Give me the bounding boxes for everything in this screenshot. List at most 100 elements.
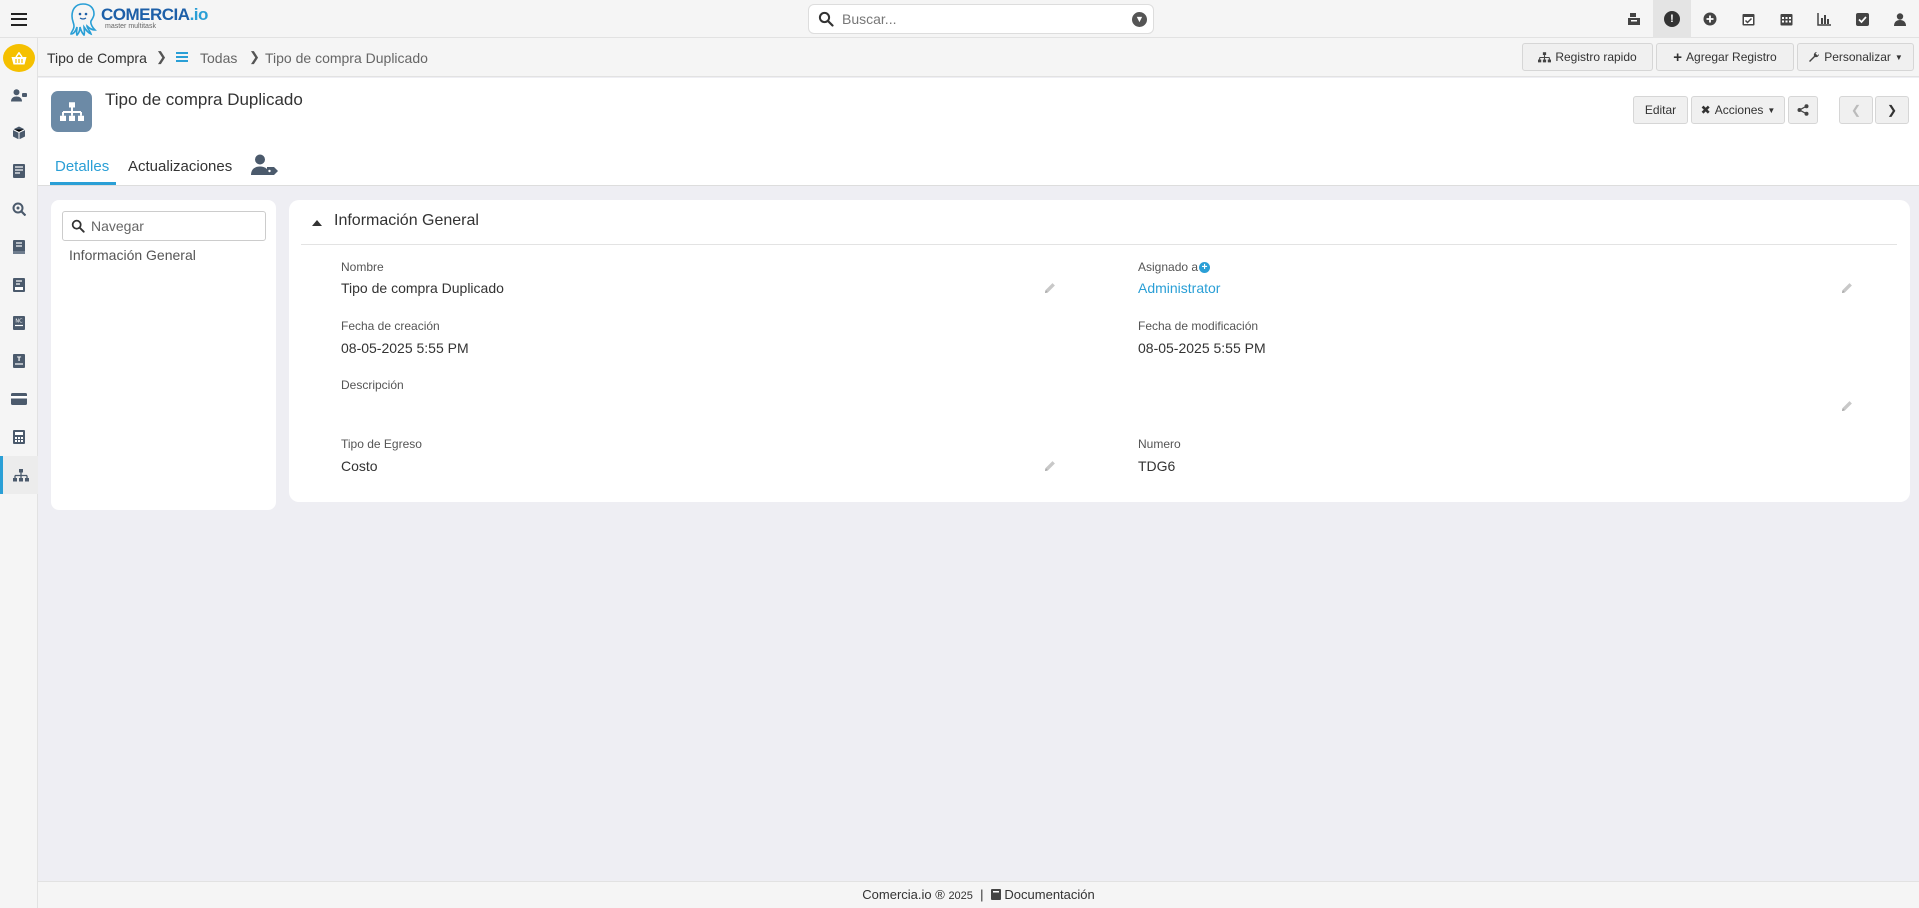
- cash-register-icon[interactable]: [1615, 0, 1653, 38]
- breadcrumb-module-link[interactable]: Tipo de Compra: [47, 50, 147, 66]
- global-search[interactable]: Buscar... ▼: [808, 4, 1154, 34]
- field-value-expense-type: Costo: [341, 458, 378, 474]
- search-filter-dropdown-icon[interactable]: ▼: [1132, 12, 1147, 27]
- field-label-number: Numero: [1138, 437, 1181, 451]
- detail-panel: Información General Nombre Tipo de compr…: [289, 200, 1910, 502]
- customize-dropdown-button[interactable]: Personalizar ▼: [1797, 43, 1914, 71]
- add-record-label: Agregar Registro: [1686, 50, 1777, 64]
- edit-label: Editar: [1644, 103, 1677, 117]
- quick-create-label: Registro rapido: [1555, 50, 1637, 64]
- active-tab-indicator: [50, 182, 116, 185]
- actions-dropdown-button[interactable]: ✖ Acciones ▼: [1691, 96, 1785, 124]
- top-toolbar: !: [1615, 0, 1919, 38]
- plus-icon: +: [1673, 48, 1683, 66]
- navigate-input[interactable]: Navegar: [91, 218, 144, 234]
- hamburger-menu-icon[interactable]: [0, 0, 38, 38]
- invoice-icon[interactable]: [0, 266, 38, 304]
- ledger-icon[interactable]: [0, 228, 38, 266]
- bar-chart-icon[interactable]: [1805, 0, 1843, 38]
- credit-note-icon[interactable]: NC: [0, 304, 38, 342]
- record-header: Tipo de compra Duplicado Editar ✖ Accion…: [38, 78, 1919, 186]
- octopus-logo-icon: [70, 3, 97, 36]
- field-value-created: 08-05-2025 5:55 PM: [341, 340, 469, 356]
- list-icon: [176, 52, 188, 62]
- alert-icon[interactable]: !: [1653, 0, 1691, 38]
- actions-label: Acciones: [1714, 103, 1764, 117]
- field-label-description: Descripción: [341, 378, 404, 392]
- field-label-created: Fecha de creación: [341, 319, 440, 333]
- logo-text: COMERCIA.io: [101, 5, 208, 24]
- app-logo[interactable]: COMERCIA.io master multitask: [68, 2, 208, 36]
- calendar-check-icon[interactable]: [1729, 0, 1767, 38]
- top-header: COMERCIA.io master multitask Buscar... ▼…: [0, 0, 1919, 38]
- section-title: Información General: [334, 212, 479, 229]
- previous-record-button[interactable]: ❮: [1839, 96, 1873, 124]
- share-button[interactable]: [1788, 96, 1818, 124]
- quick-create-button[interactable]: Registro rapido: [1522, 43, 1653, 71]
- pencil-icon[interactable]: [1840, 399, 1854, 413]
- caret-down-icon: ▼: [1767, 105, 1776, 115]
- calendar-icon[interactable]: [1767, 0, 1805, 38]
- tab-details[interactable]: Detalles: [55, 158, 109, 175]
- chevron-left-icon: ❮: [1850, 103, 1862, 117]
- field-label-assigned: Asignado a +: [1138, 260, 1211, 274]
- search-icon: [71, 219, 85, 233]
- record-type-icon: [51, 91, 92, 132]
- section-navigation: Navegar Información General: [51, 200, 276, 510]
- box-icon[interactable]: [0, 114, 38, 152]
- checkbox-icon[interactable]: [1843, 0, 1881, 38]
- logo-tagline: master multitask: [105, 23, 156, 30]
- search-report-icon[interactable]: [0, 190, 38, 228]
- footer-year: 2025: [948, 890, 973, 902]
- field-value-name: Tipo de compra Duplicado: [341, 280, 504, 296]
- footer-separator: |: [980, 887, 984, 902]
- documentation-link[interactable]: Documentación: [1004, 887, 1094, 902]
- nav-item-general-info[interactable]: Información General: [69, 247, 196, 263]
- sitemap-icon[interactable]: [0, 456, 38, 494]
- module-sidebar: NC T: [0, 38, 38, 908]
- receipt-icon[interactable]: T: [0, 342, 38, 380]
- contacts-icon[interactable]: [0, 76, 38, 114]
- breadcrumb-list-link[interactable]: Todas: [200, 50, 237, 66]
- field-value-number: TDG6: [1138, 458, 1176, 474]
- breadcrumb: Tipo de Compra ❯ Todas ❯ Tipo de compra …: [38, 38, 1919, 77]
- shopping-basket-icon[interactable]: [3, 44, 35, 72]
- pencil-icon[interactable]: [1840, 281, 1854, 295]
- chevron-right-icon: ❯: [156, 49, 167, 64]
- tools-icon: ✖: [1700, 103, 1711, 117]
- book-icon: [990, 889, 1001, 900]
- section-header[interactable]: Información General: [301, 200, 1897, 245]
- caret-down-icon: ▼: [1894, 52, 1903, 62]
- field-label-modified: Fecha de modificación: [1138, 319, 1259, 333]
- breadcrumb-current: Tipo de compra Duplicado: [265, 50, 428, 66]
- chevron-right-icon: ❯: [1886, 103, 1898, 117]
- edit-button[interactable]: Editar: [1633, 96, 1688, 124]
- share-icon: [1797, 104, 1809, 116]
- tab-followers[interactable]: [251, 154, 279, 180]
- chevron-right-icon: ❯: [249, 49, 260, 64]
- user-icon[interactable]: [1881, 0, 1919, 38]
- add-assignee-icon[interactable]: +: [1199, 262, 1211, 273]
- tab-updates[interactable]: Actualizaciones: [128, 158, 232, 175]
- news-icon[interactable]: [0, 152, 38, 190]
- navigate-search[interactable]: Navegar: [62, 211, 266, 241]
- footer-brand: Comercia.io ®: [862, 887, 945, 902]
- field-value-assigned-link[interactable]: Administrator: [1138, 280, 1220, 296]
- svg-text:NC: NC: [15, 319, 23, 325]
- page-title: Tipo de compra Duplicado: [105, 90, 303, 109]
- next-record-button[interactable]: ❯: [1875, 96, 1909, 124]
- search-input[interactable]: Buscar...: [842, 11, 896, 27]
- pencil-icon[interactable]: [1043, 459, 1057, 473]
- customize-label: Personalizar: [1824, 50, 1891, 64]
- pencil-icon[interactable]: [1043, 281, 1057, 295]
- card-icon[interactable]: [0, 380, 38, 418]
- sitemap-icon: [1538, 51, 1552, 62]
- collapse-caret-icon[interactable]: [312, 220, 322, 226]
- user-tag-icon: [251, 154, 278, 175]
- add-record-button[interactable]: + Agregar Registro: [1656, 43, 1794, 71]
- calculator-icon[interactable]: [0, 418, 38, 456]
- wrench-icon: [1809, 51, 1820, 62]
- field-label-name: Nombre: [341, 260, 384, 274]
- plus-circle-icon[interactable]: [1691, 0, 1729, 38]
- search-icon: [818, 11, 834, 27]
